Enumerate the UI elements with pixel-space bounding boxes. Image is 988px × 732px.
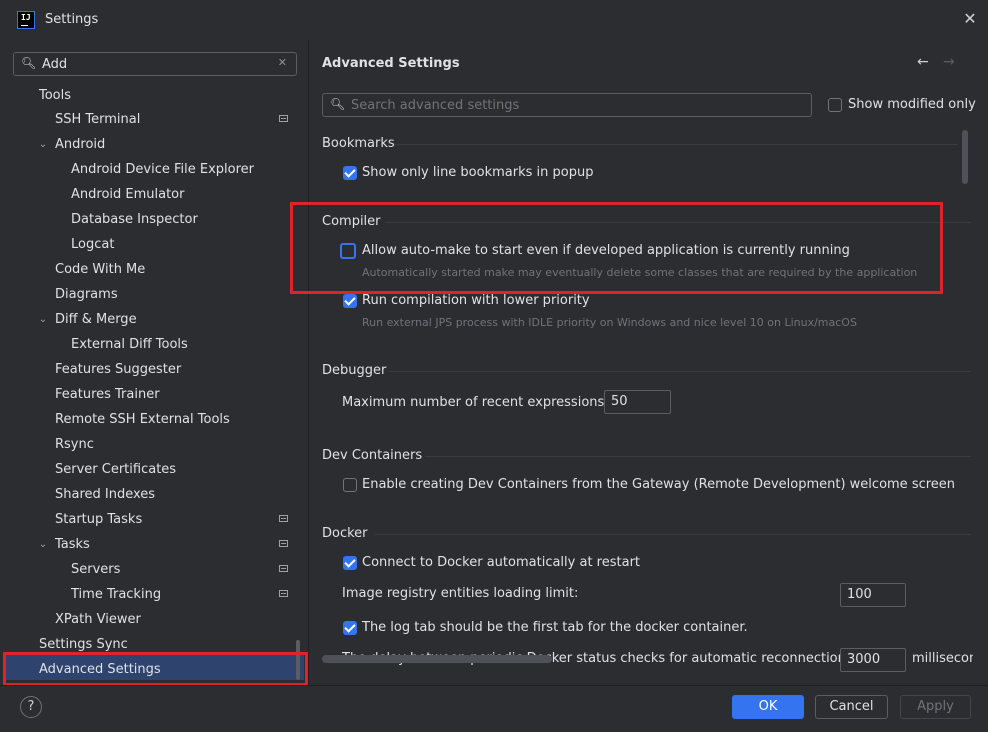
advanced-search-box[interactable]: 🔍︎ <box>322 93 812 117</box>
close-icon[interactable]: ✕ <box>961 10 979 28</box>
tree-item-startup-tasks[interactable]: Startup Tasks <box>55 507 142 532</box>
tree-item-xpath-viewer[interactable]: XPath Viewer <box>55 607 141 632</box>
registry-limit-input[interactable]: 100 <box>840 583 906 607</box>
advanced-search-input[interactable] <box>351 96 801 114</box>
section-debugger: Debugger <box>322 363 387 378</box>
tree-item-rsync[interactable]: Rsync <box>55 432 94 457</box>
tree-item-features-trainer[interactable]: Features Trainer <box>55 382 160 407</box>
tree-item-android[interactable]: Android <box>55 132 105 157</box>
tree-item-database-inspector[interactable]: Database Inspector <box>71 207 198 232</box>
dev-containers-gateway-label: Enable creating Dev Containers from the … <box>362 477 956 492</box>
project-settings-icon <box>279 515 288 522</box>
tree-item-time-tracking[interactable]: Time Tracking <box>71 582 161 607</box>
registry-limit-label: Image registry entities loading limit: <box>342 586 579 601</box>
cancel-button[interactable]: Cancel <box>815 695 888 719</box>
recent-expressions-input[interactable]: 50 <box>604 390 671 414</box>
vertical-scrollbar[interactable] <box>962 130 968 184</box>
lower-priority-checkbox[interactable] <box>343 294 357 308</box>
page-title: Advanced Settings <box>322 56 460 71</box>
lower-priority-hint: Run external JPS process with IDLE prior… <box>362 316 857 329</box>
tree-item-shared-indexes[interactable]: Shared Indexes <box>55 482 155 507</box>
arrow-right-icon[interactable]: → <box>943 54 955 70</box>
settings-search-box[interactable]: 🔍︎ ✕ <box>13 52 297 76</box>
title-bar: IJ Settings ✕ <box>0 0 988 40</box>
tree-item-remote-ssh-external-tools[interactable]: Remote SSH External Tools <box>55 407 230 432</box>
log-tab-first-checkbox[interactable] <box>343 621 357 635</box>
tree-item-code-with-me[interactable]: Code With Me <box>55 257 145 282</box>
bookmarks-line-only-label: Show only line bookmarks in popup <box>362 165 594 180</box>
settings-search-input[interactable] <box>42 55 272 73</box>
intellij-app-icon: IJ <box>17 11 35 29</box>
tree-item-external-diff-tools[interactable]: External Diff Tools <box>71 332 188 357</box>
project-settings-icon <box>279 565 288 572</box>
bookmarks-line-only-checkbox[interactable] <box>343 166 357 180</box>
section-divider <box>389 371 971 372</box>
tree-item-android-device-file-explorer[interactable]: Android Device File Explorer <box>71 157 254 182</box>
search-icon: 🔍︎ <box>21 56 37 70</box>
dev-containers-gateway-checkbox[interactable] <box>343 478 357 492</box>
dialog-footer: ? OK Cancel Apply <box>0 685 988 732</box>
docker-status-delay-unit: millisecon <box>912 651 973 666</box>
horizontal-scrollbar[interactable] <box>322 655 552 663</box>
section-divider <box>375 534 971 535</box>
project-settings-icon <box>279 590 288 597</box>
settings-sidebar: 🔍︎ ✕ Tools SSH Terminal ⌄ Android Androi… <box>0 40 308 685</box>
chevron-down-icon[interactable]: ⌄ <box>37 132 49 157</box>
advanced-settings-panel: Advanced Settings ← → 🔍︎ Show modified o… <box>309 40 988 685</box>
show-modified-checkbox[interactable] <box>828 98 842 112</box>
chevron-down-icon[interactable]: ⌄ <box>37 532 49 557</box>
section-dev-containers: Dev Containers <box>322 448 423 463</box>
tree-item-logcat[interactable]: Logcat <box>71 232 114 257</box>
tree-item-tools[interactable]: Tools <box>39 83 71 108</box>
window-title: Settings <box>45 12 99 27</box>
chevron-down-icon[interactable]: ⌄ <box>37 307 49 332</box>
tree-item-android-emulator[interactable]: Android Emulator <box>71 182 184 207</box>
project-settings-icon <box>279 540 288 547</box>
ok-button[interactable]: OK <box>732 695 804 719</box>
clear-search-icon[interactable]: ✕ <box>278 56 287 69</box>
tree-item-features-suggester[interactable]: Features Suggester <box>55 357 181 382</box>
help-icon[interactable]: ? <box>20 696 42 718</box>
highlight-box-compiler-option <box>290 202 943 294</box>
docker-auto-connect-checkbox[interactable] <box>343 556 357 570</box>
show-modified-label: Show modified only <box>848 97 976 112</box>
section-bookmarks: Bookmarks <box>322 136 395 151</box>
arrow-left-icon[interactable]: ← <box>917 54 929 70</box>
highlight-box-advanced-settings <box>3 652 308 686</box>
tree-item-diff-merge[interactable]: Diff & Merge <box>55 307 137 332</box>
section-divider <box>395 144 958 145</box>
tree-item-servers[interactable]: Servers <box>71 557 120 582</box>
tree-item-server-certificates[interactable]: Server Certificates <box>55 457 176 482</box>
search-icon: 🔍︎ <box>330 97 346 111</box>
lower-priority-label: Run compilation with lower priority <box>362 293 590 308</box>
tree-item-tasks[interactable]: Tasks <box>55 532 90 557</box>
section-divider <box>425 456 971 457</box>
project-settings-icon <box>279 115 288 122</box>
tree-item-diagrams[interactable]: Diagrams <box>55 282 118 307</box>
docker-status-delay-input[interactable]: 3000 <box>840 648 906 672</box>
docker-auto-connect-label: Connect to Docker automatically at resta… <box>362 555 641 570</box>
recent-expressions-label: Maximum number of recent expressions: <box>342 395 609 410</box>
section-docker: Docker <box>322 526 368 541</box>
log-tab-first-label: The log tab should be the first tab for … <box>362 620 748 635</box>
tree-item-ssh-terminal[interactable]: SSH Terminal <box>55 107 140 132</box>
apply-button[interactable]: Apply <box>900 695 971 719</box>
